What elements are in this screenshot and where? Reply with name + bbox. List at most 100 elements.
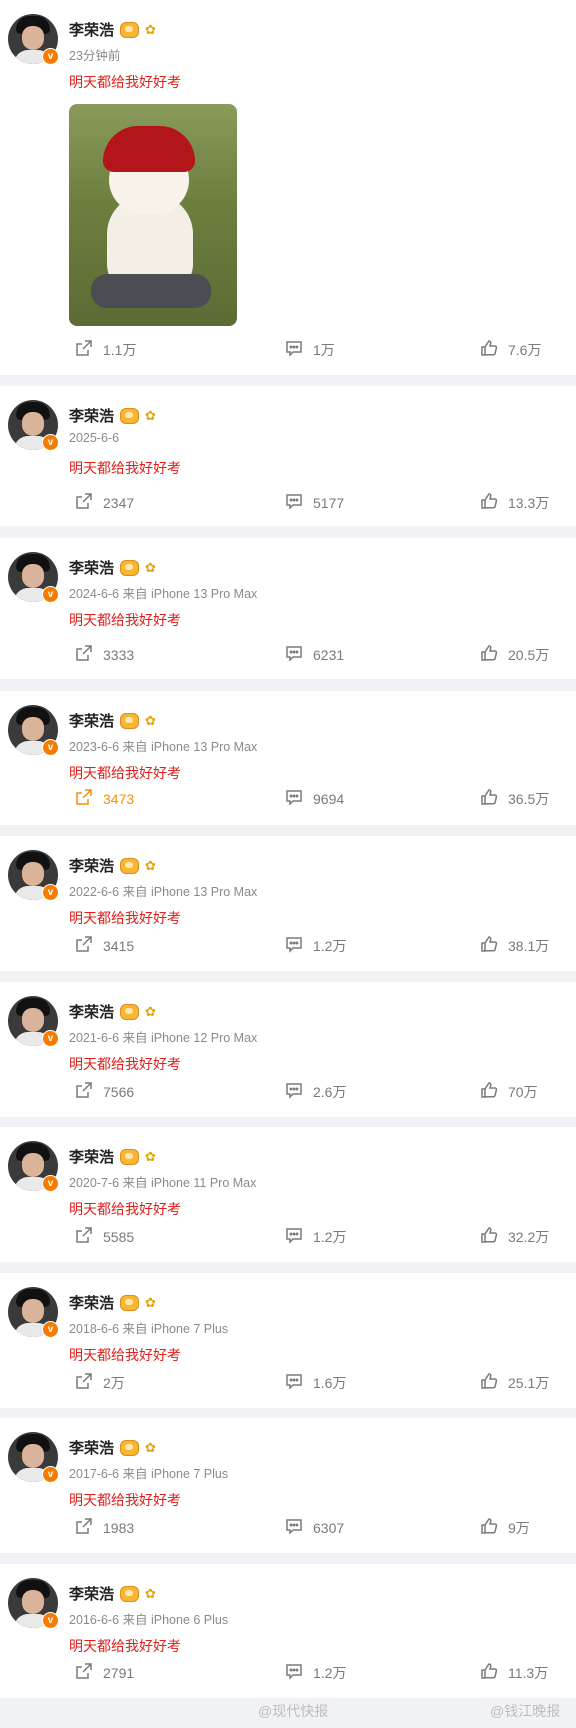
author-name[interactable]: 李荣浩: [69, 557, 114, 578]
repost-button[interactable]: 3473: [75, 788, 134, 809]
repost-button[interactable]: 1983: [75, 1517, 134, 1538]
post-meta: 2018-6-6 来自 iPhone 7 Plus: [69, 1322, 229, 1336]
author-name[interactable]: 李荣浩: [69, 1437, 114, 1458]
post-text: 明天都给我好好考: [69, 765, 181, 781]
crown-badge-icon: [120, 1148, 140, 1165]
flower-badge-icon: ✿: [145, 1586, 156, 1601]
verified-badge-icon: v: [42, 48, 59, 65]
watermark: @钱江晚报: [490, 1703, 561, 1719]
comment-button[interactable]: 5177: [285, 492, 344, 513]
crown-badge-icon: [120, 1585, 140, 1602]
watermark: @现代快报: [258, 1703, 329, 1719]
like-button[interactable]: 70万: [480, 1081, 538, 1102]
repost-icon: [75, 1226, 93, 1247]
repost-icon: [75, 1517, 93, 1538]
comment-count: 1.2万: [313, 1664, 347, 1681]
post-meta: 2025-6-6: [69, 431, 120, 445]
author-name[interactable]: 李荣浩: [69, 855, 114, 876]
like-button[interactable]: 36.5万: [480, 788, 549, 809]
repost-button[interactable]: 5585: [75, 1226, 134, 1247]
post-meta: 2024-6-6 来自 iPhone 13 Pro Max: [69, 587, 258, 601]
post-text: 明天都给我好好考: [69, 74, 181, 90]
like-count: 11.3万: [508, 1664, 549, 1681]
like-count: 70万: [508, 1083, 538, 1100]
post-meta: 2022-6-6 来自 iPhone 13 Pro Max: [69, 885, 258, 899]
repost-button[interactable]: 2万: [75, 1372, 125, 1393]
author-name[interactable]: 李荣浩: [69, 1001, 114, 1022]
like-icon: [480, 1517, 498, 1538]
comment-button[interactable]: 6307: [285, 1517, 344, 1538]
post-card[interactable]: v 李荣浩 ✿ 23分钟前 明天都给我好好考: [0, 0, 576, 375]
post-meta: 2021-6-6 来自 iPhone 12 Pro Max: [69, 1031, 258, 1045]
comment-count: 1.6万: [313, 1374, 347, 1391]
crown-badge-icon: [120, 1003, 140, 1020]
comment-button[interactable]: 2.6万: [285, 1081, 346, 1102]
post-image[interactable]: [69, 104, 237, 326]
comment-icon: [285, 339, 303, 360]
repost-count: 1983: [103, 1519, 135, 1536]
comment-button[interactable]: 1.2万: [285, 1662, 346, 1683]
repost-count: 1.1万: [103, 341, 137, 358]
like-button[interactable]: 9万: [480, 1517, 530, 1538]
repost-button[interactable]: 3415: [75, 935, 134, 956]
crown-badge-icon: [120, 857, 140, 874]
author-name[interactable]: 李荣浩: [69, 710, 114, 731]
verified-badge-icon: v: [42, 739, 59, 756]
crown-badge-icon: [120, 1439, 140, 1456]
comment-icon: [285, 1226, 303, 1247]
comment-button[interactable]: 1.2万: [285, 935, 346, 956]
author-name[interactable]: 李荣浩: [69, 1583, 114, 1604]
author-name[interactable]: 李荣浩: [69, 19, 114, 40]
comment-button[interactable]: 1.6万: [285, 1372, 346, 1393]
repost-icon: [75, 1081, 93, 1102]
repost-button[interactable]: 7566: [75, 1081, 134, 1102]
repost-button[interactable]: 2791: [75, 1662, 134, 1683]
flower-badge-icon: ✿: [145, 1004, 156, 1019]
like-count: 9万: [508, 1519, 530, 1536]
like-button[interactable]: 20.5万: [480, 644, 549, 665]
like-count: 25.1万: [508, 1374, 550, 1391]
post-text: 明天都给我好好考: [69, 910, 181, 926]
crown-badge-icon: [120, 712, 140, 729]
post-text: 明天都给我好好考: [69, 1347, 181, 1363]
author-name[interactable]: 李荣浩: [69, 1292, 114, 1313]
like-icon: [480, 1372, 498, 1393]
comment-count: 5177: [313, 494, 345, 511]
repost-count: 5585: [103, 1228, 135, 1245]
comment-count: 1.2万: [313, 1228, 347, 1245]
repost-button[interactable]: 1.1万: [75, 339, 136, 360]
post-text: 明天都给我好好考: [69, 1638, 181, 1654]
repost-icon: [75, 339, 93, 360]
like-count: 20.5万: [508, 646, 550, 663]
verified-badge-icon: v: [42, 1030, 59, 1047]
like-button[interactable]: 32.2万: [480, 1226, 549, 1247]
comment-button[interactable]: 6231: [285, 644, 344, 665]
repost-icon: [75, 1372, 93, 1393]
flower-badge-icon: ✿: [145, 1149, 156, 1164]
author-name[interactable]: 李荣浩: [69, 405, 114, 426]
repost-button[interactable]: 2347: [75, 492, 134, 513]
like-count: 13.3万: [508, 494, 550, 511]
comment-icon: [285, 492, 303, 513]
flower-badge-icon: ✿: [145, 1440, 156, 1455]
like-icon: [480, 1226, 498, 1247]
author-name[interactable]: 李荣浩: [69, 1146, 114, 1167]
like-button[interactable]: 13.3万: [480, 492, 549, 513]
like-button[interactable]: 7.6万: [480, 339, 541, 360]
like-button[interactable]: 11.3万: [480, 1662, 548, 1683]
post-meta: 2020-7-6 来自 iPhone 11 Pro Max: [69, 1176, 257, 1190]
comment-button[interactable]: 9694: [285, 788, 344, 809]
crown-badge-icon: [120, 1294, 140, 1311]
repost-count: 2347: [103, 494, 135, 511]
verified-badge-icon: v: [42, 1612, 59, 1629]
like-button[interactable]: 25.1万: [480, 1372, 549, 1393]
repost-count: 3473: [103, 790, 135, 807]
like-button[interactable]: 38.1万: [480, 935, 549, 956]
comment-button[interactable]: 1万: [285, 339, 335, 360]
post-text: 明天都给我好好考: [69, 612, 181, 628]
comment-button[interactable]: 1.2万: [285, 1226, 346, 1247]
repost-button[interactable]: 3333: [75, 644, 134, 665]
comment-icon: [285, 644, 303, 665]
comment-count: 6307: [313, 1519, 345, 1536]
like-icon: [480, 339, 498, 360]
